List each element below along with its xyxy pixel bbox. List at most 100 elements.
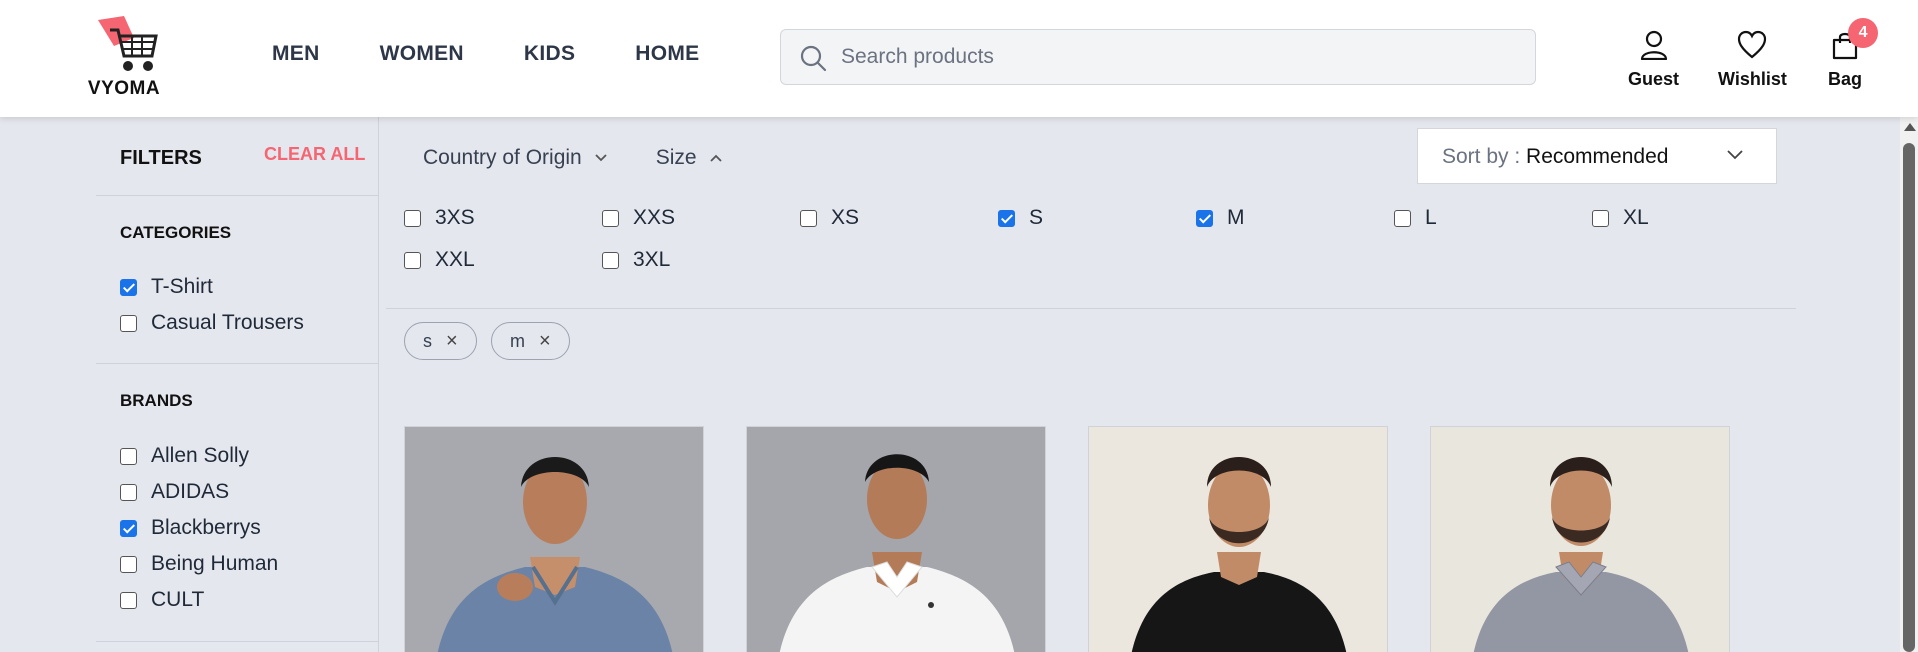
category-label: Casual Trousers [151,311,304,334]
bag-button[interactable]: Bag 4 [1828,18,1879,90]
checkbox[interactable] [120,483,137,501]
size-label: L [1425,206,1437,229]
category-option-casual-trousers[interactable]: Casual Trousers [120,311,304,335]
brand-label: CULT [151,588,205,611]
filters-sidebar: FILTERS CLEAR ALL CATEGORIES T-Shirt Cas… [96,117,379,652]
size-option-xxl[interactable]: XXL [404,248,475,272]
active-filter-chip-m[interactable]: m × [491,322,570,360]
country-of-origin-label: Country of Origin [423,146,582,169]
category-option-tshirt[interactable]: T-Shirt [120,275,213,299]
vertical-scrollbar[interactable] [1900,117,1918,652]
logo[interactable]: VYOMA [84,16,164,100]
size-label: 3XL [633,248,671,271]
heart-icon [1738,30,1767,59]
checkbox[interactable] [800,209,817,227]
checkbox[interactable] [1196,209,1213,227]
size-option-3xs[interactable]: 3XS [404,206,475,230]
checkbox[interactable] [1394,209,1411,227]
country-of-origin-dropdown[interactable]: Country of Origin [423,146,608,170]
nav-women[interactable]: WOMEN [380,42,464,66]
divider [96,641,379,642]
user-icon [1640,30,1667,61]
size-option-xl[interactable]: XL [1592,206,1649,230]
filter-bar: Country of Origin Size [423,146,771,170]
divider [96,195,379,196]
main-nav: MEN WOMEN KIDS HOME [272,42,759,66]
brand-label: Being Human [151,552,279,575]
checkbox[interactable] [120,447,137,465]
clear-all-button[interactable]: CLEAR ALL [264,144,365,165]
search-input[interactable] [841,30,1521,84]
categories-title: CATEGORIES [120,223,232,242]
divider [386,308,1796,309]
scroll-thumb[interactable] [1903,143,1915,652]
checkbox[interactable] [120,278,137,296]
brand-option-adidas[interactable]: ADIDAS [120,480,229,504]
nav-men[interactable]: MEN [272,42,320,66]
brands-title: BRANDS [120,391,193,410]
size-label: S [1029,206,1044,229]
product-image [1431,427,1729,652]
size-label: 3XS [435,206,475,229]
active-filter-chip-s[interactable]: s × [404,322,477,360]
scroll-up-arrow-icon[interactable] [1904,123,1916,131]
brand-option-being-human[interactable]: Being Human [120,552,278,576]
size-option-l[interactable]: L [1394,206,1437,230]
size-label: XXS [633,206,676,229]
brand-label: Allen Solly [151,444,250,467]
product-image [1089,427,1387,652]
chip-label: m [510,330,525,351]
header: VYOMA MEN WOMEN KIDS HOME Guest Wishlist… [0,0,1918,117]
brand-option-cult[interactable]: CULT [120,588,204,612]
checkbox[interactable] [404,251,421,269]
nav-home[interactable]: HOME [635,42,699,66]
logo-text: VYOMA [87,78,161,99]
sort-value: Recommended [1526,145,1669,168]
checkbox[interactable] [602,209,619,227]
checkbox[interactable] [998,209,1015,227]
filters-title: FILTERS [120,147,202,169]
size-dropdown[interactable]: Size [656,146,723,170]
search-bar [780,29,1536,85]
size-option-xxs[interactable]: XXS [602,206,675,230]
wishlist-label: Wishlist [1718,69,1787,89]
checkbox[interactable] [120,519,137,537]
guest-button[interactable]: Guest [1628,30,1679,90]
bag-count-badge: 4 [1848,18,1879,48]
checkbox[interactable] [120,591,137,609]
brand-label: Blackberrys [151,516,261,539]
size-label: XS [831,206,860,229]
size-option-m[interactable]: M [1196,206,1245,230]
chevron-up-icon [709,154,722,162]
product-image [405,427,703,652]
brand-label: ADIDAS [151,480,230,503]
sort-dropdown[interactable]: Sort by : Recommended [1417,128,1777,184]
guest-label: Guest [1628,69,1680,89]
checkbox[interactable] [120,314,137,332]
size-option-3xl[interactable]: 3XL [602,248,670,272]
checkbox[interactable] [120,555,137,573]
product-image [747,427,1045,652]
size-option-xs[interactable]: XS [800,206,859,230]
chevron-down-icon [595,154,607,162]
category-label: T-Shirt [151,275,213,298]
size-label: XXL [435,248,475,271]
divider [96,363,379,364]
checkbox[interactable] [602,251,619,269]
size-label: M [1227,206,1245,229]
size-label: Size [655,146,697,169]
checkbox[interactable] [404,209,421,227]
size-option-s[interactable]: S [998,206,1043,230]
product-card[interactable] [1088,426,1388,652]
nav-kids[interactable]: KIDS [524,42,575,66]
close-icon[interactable]: × [539,330,551,353]
product-card[interactable] [1430,426,1730,652]
product-card[interactable] [404,426,704,652]
close-icon[interactable]: × [446,330,458,353]
brand-option-blackberrys[interactable]: Blackberrys [120,516,261,540]
wishlist-button[interactable]: Wishlist [1718,30,1787,90]
product-card[interactable] [746,426,1046,652]
brand-option-allen-solly[interactable]: Allen Solly [120,444,249,468]
checkbox[interactable] [1592,209,1609,227]
bag-label: Bag [1828,69,1863,89]
